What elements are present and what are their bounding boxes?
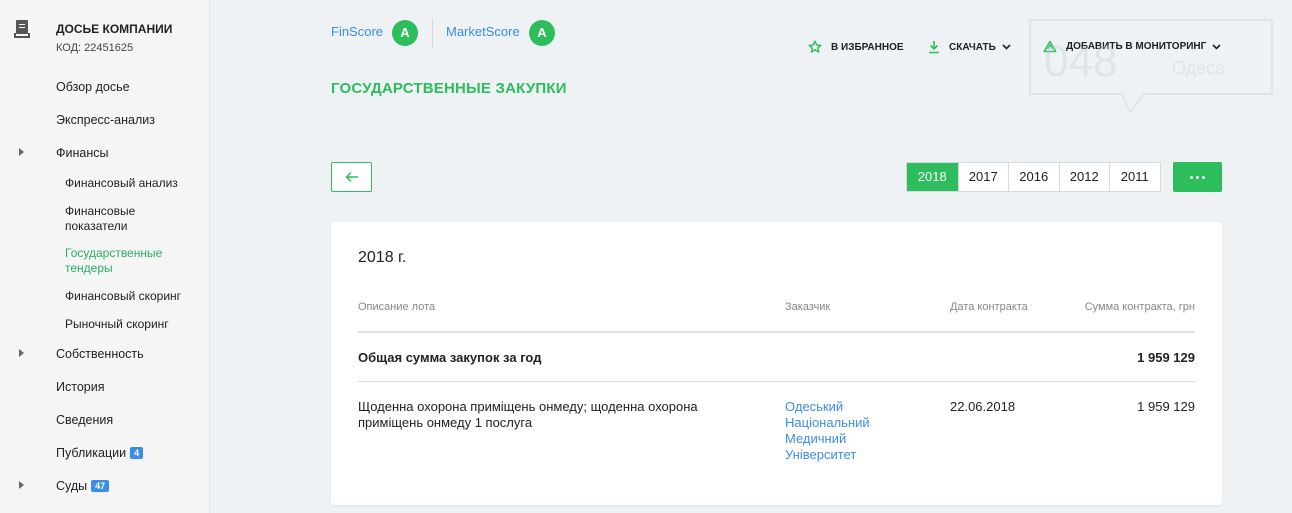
tab-year-2016[interactable]: 2016 — [1008, 163, 1059, 191]
marketscore-grade-badge: A — [529, 20, 555, 46]
procurement-card: 2018 г. Описание лота Заказчик Дата конт… — [331, 222, 1222, 505]
count-badge: 47 — [91, 480, 110, 492]
download-button[interactable]: СКАЧАТЬ — [928, 40, 1011, 54]
sidebar-subitem-financial-scoring[interactable]: Финансовый скоринг — [65, 289, 200, 304]
card-year-title: 2018 г. — [358, 249, 407, 266]
table-row-description: Щоденна охорона приміщень онмеду; щоденн… — [358, 399, 718, 431]
caret-right-icon[interactable] — [19, 349, 24, 357]
sidebar-item-finance[interactable]: Финансы — [56, 146, 108, 160]
sidebar-subitem-state-tenders[interactable]: Государственные тендеры — [65, 246, 200, 276]
sidebar-item-express-analysis[interactable]: Экспресс-анализ — [56, 113, 155, 127]
favorites-label: В ИЗБРАННОЕ — [831, 41, 904, 53]
download-icon — [929, 41, 939, 54]
customer-line: Університет — [785, 447, 857, 462]
sidebar-item-ownership[interactable]: Собственность — [56, 347, 144, 361]
column-header-sum: Сумма контракта, грн — [1084, 301, 1195, 313]
contract-sum: 1 959 129 — [1137, 399, 1195, 414]
dossier-header — [14, 20, 32, 40]
sidebar-subitem-financial-indicators[interactable]: Финансовые показатели — [65, 204, 200, 234]
tab-year-2011[interactable]: 2011 — [1109, 163, 1160, 191]
year-tabs: 2018 2017 2016 2012 2011 — [906, 162, 1161, 192]
finscore-grade-badge: A — [392, 20, 418, 46]
column-header-description: Описание лота — [358, 301, 436, 313]
dossier-title: ДОСЬЕ КОМПАНИИ — [56, 22, 173, 36]
divider — [358, 331, 1195, 333]
description-line: Щоденна охорона приміщень онмеду; щоденн… — [358, 399, 698, 414]
sidebar-item-publications[interactable]: Публикации 4 — [56, 446, 144, 460]
sidebar-item-label: Суды — [56, 479, 88, 493]
divider — [432, 19, 433, 47]
sidebar-subitem-financial-analysis[interactable]: Финансовый анализ — [65, 176, 200, 191]
sidebar-item-label: Публикации — [56, 446, 127, 460]
star-icon — [808, 40, 822, 53]
sidebar-subitem-market-scoring[interactable]: Рыночный скоринг — [65, 317, 200, 332]
add-to-favorites-button[interactable]: В ИЗБРАННОЕ — [808, 40, 904, 54]
tab-year-2012[interactable]: 2012 — [1058, 163, 1110, 191]
watermark-logo: 048 Одеса — [1029, 19, 1273, 114]
more-dots-icon — [1189, 175, 1207, 179]
caret-right-icon[interactable] — [19, 148, 24, 156]
watermark-subtext: Одеса — [1172, 58, 1226, 78]
customer-link[interactable]: Одеський Національний Медичний Університ… — [785, 399, 870, 463]
tab-year-2017[interactable]: 2017 — [957, 163, 1009, 191]
finscore-link[interactable]: FinScore — [331, 24, 383, 39]
customer-line: Медичний — [785, 431, 847, 446]
count-badge: 4 — [130, 447, 144, 459]
sidebar-item-overview[interactable]: Обзор досье — [56, 80, 130, 94]
chevron-down-icon — [1002, 44, 1011, 50]
sidebar: ДОСЬЕ КОМПАНИИ КОД: 22451625 Обзор досье… — [0, 0, 210, 513]
tab-year-2018[interactable]: 2018 — [907, 163, 958, 191]
page-title: ГОСУДАРСТВЕННЫЕ ЗАКУПКИ — [331, 80, 567, 97]
arrow-left-icon — [344, 171, 358, 183]
column-header-date: Дата контракта — [950, 301, 1028, 313]
divider — [358, 381, 1195, 382]
customer-line: Одеський — [785, 399, 844, 414]
sidebar-item-courts[interactable]: Суды 47 — [56, 479, 110, 493]
more-options-button[interactable] — [1173, 162, 1222, 192]
sidebar-item-history[interactable]: История — [56, 380, 104, 394]
contract-date: 22.06.2018 — [950, 399, 1016, 414]
customer-line: Національний — [785, 415, 870, 430]
dossier-icon — [14, 20, 32, 40]
sidebar-item-details[interactable]: Сведения — [56, 413, 113, 427]
back-button[interactable] — [331, 162, 372, 192]
total-value: 1 959 129 — [1137, 350, 1195, 365]
description-line: приміщень онмеду 1 послуга — [358, 415, 533, 430]
dossier-code: КОД: 22451625 — [56, 42, 134, 54]
watermark-text: 048 — [1044, 37, 1117, 86]
download-label: СКАЧАТЬ — [949, 41, 996, 53]
total-label: Общая сумма закупок за год — [358, 350, 542, 365]
column-header-customer: Заказчик — [785, 301, 831, 313]
marketscore-link[interactable]: MarketScore — [446, 24, 520, 39]
caret-right-icon[interactable] — [19, 481, 24, 489]
